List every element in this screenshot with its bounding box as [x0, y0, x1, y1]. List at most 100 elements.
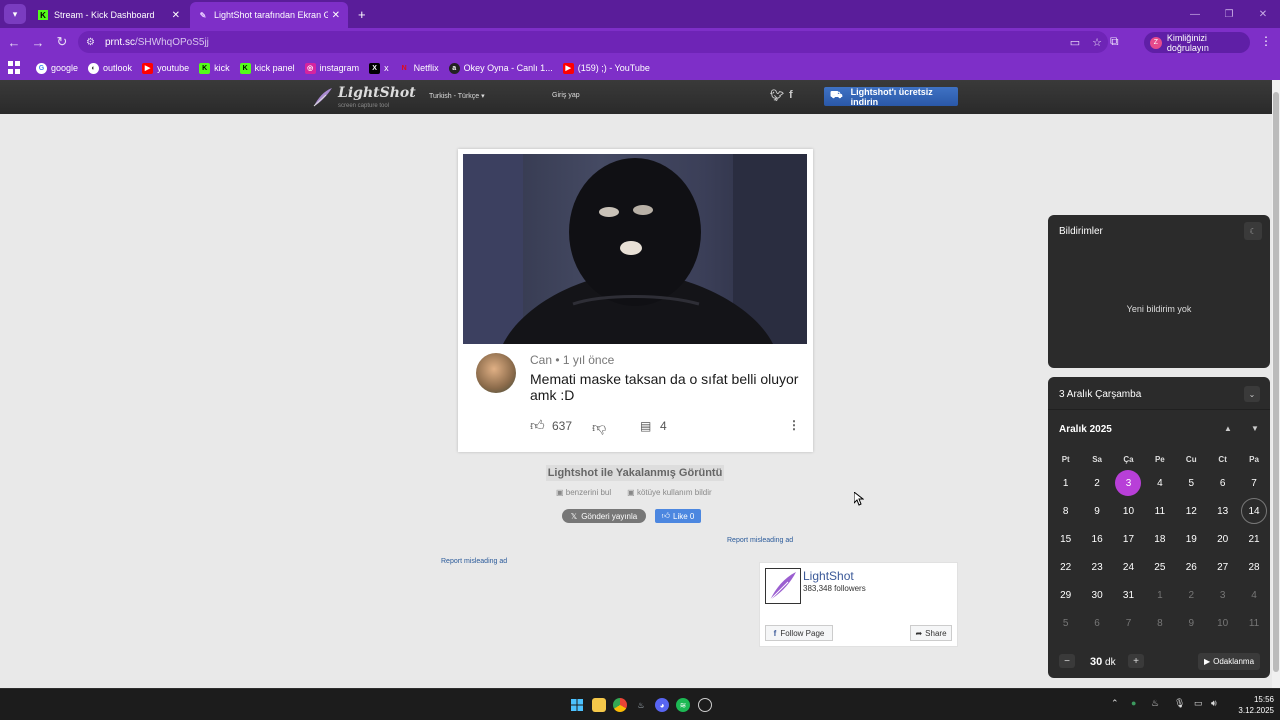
login-link[interactable]: Giriş yap: [552, 92, 580, 99]
file-explorer-icon[interactable]: [592, 698, 606, 712]
windows-start-icon[interactable]: [570, 698, 584, 712]
page-thumbnail[interactable]: [765, 568, 801, 604]
calendar-day[interactable]: 5: [1176, 469, 1207, 497]
tray-app-icon[interactable]: ●: [1131, 698, 1136, 708]
report-ad-link[interactable]: Report misleading ad: [441, 558, 507, 565]
screenshot-image[interactable]: Can • 1 yıl önce Memati maske taksan da …: [458, 149, 813, 452]
calendar-day[interactable]: 16: [1081, 525, 1112, 553]
calendar-day[interactable]: 9: [1081, 497, 1112, 525]
chevron-up-icon[interactable]: ⌃: [1111, 698, 1119, 709]
calendar-day[interactable]: 21: [1238, 525, 1269, 553]
calendar-day[interactable]: 1: [1050, 469, 1081, 497]
share-button[interactable]: ➦ Share: [910, 625, 952, 641]
calendar-day[interactable]: 17: [1113, 525, 1144, 553]
calendar-day[interactable]: 1: [1144, 581, 1175, 609]
month-label[interactable]: Aralık 2025: [1059, 424, 1112, 435]
calendar-day[interactable]: 6: [1081, 609, 1112, 637]
decrease-button[interactable]: −: [1059, 654, 1075, 668]
profile-button[interactable]: Z Kimliğinizi doğrulayın: [1144, 32, 1250, 53]
bookmark-okey[interactable]: a Okey Oyna - Canlı 1...: [448, 62, 553, 74]
lightshot-logo[interactable]: LightShot screen capture tool: [312, 84, 416, 110]
browser-menu-icon[interactable]: ⋮: [1260, 34, 1272, 48]
chrome-icon[interactable]: [613, 698, 627, 712]
extensions-icon[interactable]: ⧉: [1110, 34, 1119, 49]
calendar-day[interactable]: 23: [1081, 553, 1112, 581]
tab-lightshot[interactable]: ✎ LightShot tarafından Ekran Görü ✕: [190, 2, 348, 28]
calendar-day[interactable]: 13: [1207, 497, 1238, 525]
calendar-day[interactable]: 25: [1144, 553, 1175, 581]
calendar-day[interactable]: 8: [1144, 609, 1175, 637]
bookmark-google[interactable]: Ggoogle: [36, 62, 78, 74]
download-button[interactable]: ⛟ Lightshot'ı ücretsiz indirin: [824, 87, 958, 107]
steam-icon[interactable]: ♨: [634, 698, 648, 712]
calendar-day[interactable]: 15: [1050, 525, 1081, 553]
calendar-day[interactable]: 19: [1176, 525, 1207, 553]
calendar-day[interactable]: 30: [1081, 581, 1112, 609]
calendar-day[interactable]: 11: [1238, 609, 1269, 637]
calendar-day[interactable]: 2: [1176, 581, 1207, 609]
back-button[interactable]: ←: [2, 30, 26, 54]
increase-button[interactable]: +: [1128, 654, 1144, 668]
calendar-day[interactable]: 20: [1207, 525, 1238, 553]
report-ad-link[interactable]: Report misleading ad: [727, 537, 793, 544]
system-clock[interactable]: 15:56 3.12.2025: [1232, 694, 1274, 716]
bookmark-kick[interactable]: Kkick: [199, 62, 230, 74]
tweet-button[interactable]: 𝕏 Gönderi yayınla: [562, 509, 646, 523]
scrollbar-thumb[interactable]: [1273, 92, 1279, 672]
calendar-day[interactable]: 7: [1113, 609, 1144, 637]
calendar-day[interactable]: 4: [1144, 469, 1175, 497]
calendar-day[interactable]: 24: [1113, 553, 1144, 581]
tab-kick-dashboard[interactable]: K Stream - Kick Dashboard ✕: [30, 2, 188, 28]
calendar-day[interactable]: 28: [1238, 553, 1269, 581]
microphone-icon[interactable]: 🎙︎: [1174, 698, 1185, 709]
forward-button[interactable]: →: [26, 30, 50, 54]
calendar-day[interactable]: 5: [1050, 609, 1081, 637]
address-bar[interactable]: ⚙ prnt.sc/SHWhqOPoS5jj ▭ ☆: [78, 31, 1108, 53]
bookmark-netflix[interactable]: N Netflix: [399, 63, 439, 74]
bookmark-x[interactable]: Xx: [369, 62, 389, 74]
language-selector[interactable]: Turkish - Türkçe ▾: [429, 92, 485, 100]
reload-button[interactable]: ↻: [50, 30, 74, 54]
close-window-button[interactable]: ✕: [1246, 0, 1280, 28]
facebook-like-button[interactable]: 👍︎ Like 0: [655, 509, 701, 523]
bookmark-youtube[interactable]: ▶ youtube: [142, 62, 189, 74]
steam-tray-icon[interactable]: ♨: [1151, 698, 1159, 709]
report-abuse-link[interactable]: ▣ kötüye kullanım bildir: [627, 488, 719, 497]
calendar-day[interactable]: 8: [1050, 497, 1081, 525]
site-info-icon[interactable]: ⚙: [86, 37, 95, 48]
calendar-day[interactable]: 7: [1238, 469, 1269, 497]
tab-search-button[interactable]: ▾: [4, 4, 26, 24]
next-month-icon[interactable]: ▼: [1251, 424, 1259, 433]
new-tab-button[interactable]: +: [358, 7, 366, 22]
calendar-day[interactable]: 3: [1207, 581, 1238, 609]
calendar-day[interactable]: 14: [1238, 497, 1269, 525]
volume-icon[interactable]: 🔊︎: [1211, 698, 1217, 709]
follow-page-button[interactable]: f Follow Page: [765, 625, 833, 641]
calendar-day[interactable]: 9: [1176, 609, 1207, 637]
bookmark-star-icon[interactable]: ☆: [1086, 36, 1108, 49]
calendar-day[interactable]: 6: [1207, 469, 1238, 497]
calendar-day-today[interactable]: 3: [1113, 469, 1144, 497]
calendar-day[interactable]: 2: [1081, 469, 1112, 497]
calendar-day[interactable]: 11: [1144, 497, 1175, 525]
calendar-day[interactable]: 22: [1050, 553, 1081, 581]
cast-icon[interactable]: ▭: [1064, 36, 1086, 49]
bookmark-youtube-159[interactable]: ▶ (159) ;) - YouTube: [562, 62, 650, 74]
calendar-day[interactable]: 10: [1113, 497, 1144, 525]
close-icon[interactable]: ✕: [172, 10, 180, 21]
focus-start-button[interactable]: ▶ Odaklanma: [1198, 653, 1260, 670]
bookmark-kick-panel[interactable]: Kkick panel: [239, 62, 295, 74]
bookmark-instagram[interactable]: ◎ instagram: [304, 62, 359, 74]
facebook-icon[interactable]: f: [789, 89, 793, 101]
discord-icon[interactable]: ◕: [655, 698, 669, 712]
page-scrollbar[interactable]: [1272, 80, 1280, 688]
display-icon[interactable]: ▭: [1194, 698, 1203, 709]
bookmark-outlook[interactable]: ◐ outlook: [88, 62, 132, 74]
app-icon[interactable]: [698, 698, 712, 712]
calendar-day[interactable]: 12: [1176, 497, 1207, 525]
close-icon[interactable]: ✕: [332, 10, 340, 21]
calendar-day[interactable]: 27: [1207, 553, 1238, 581]
restore-button[interactable]: ❐: [1212, 0, 1246, 28]
calendar-day[interactable]: 18: [1144, 525, 1175, 553]
spotify-icon[interactable]: ≋: [676, 698, 690, 712]
